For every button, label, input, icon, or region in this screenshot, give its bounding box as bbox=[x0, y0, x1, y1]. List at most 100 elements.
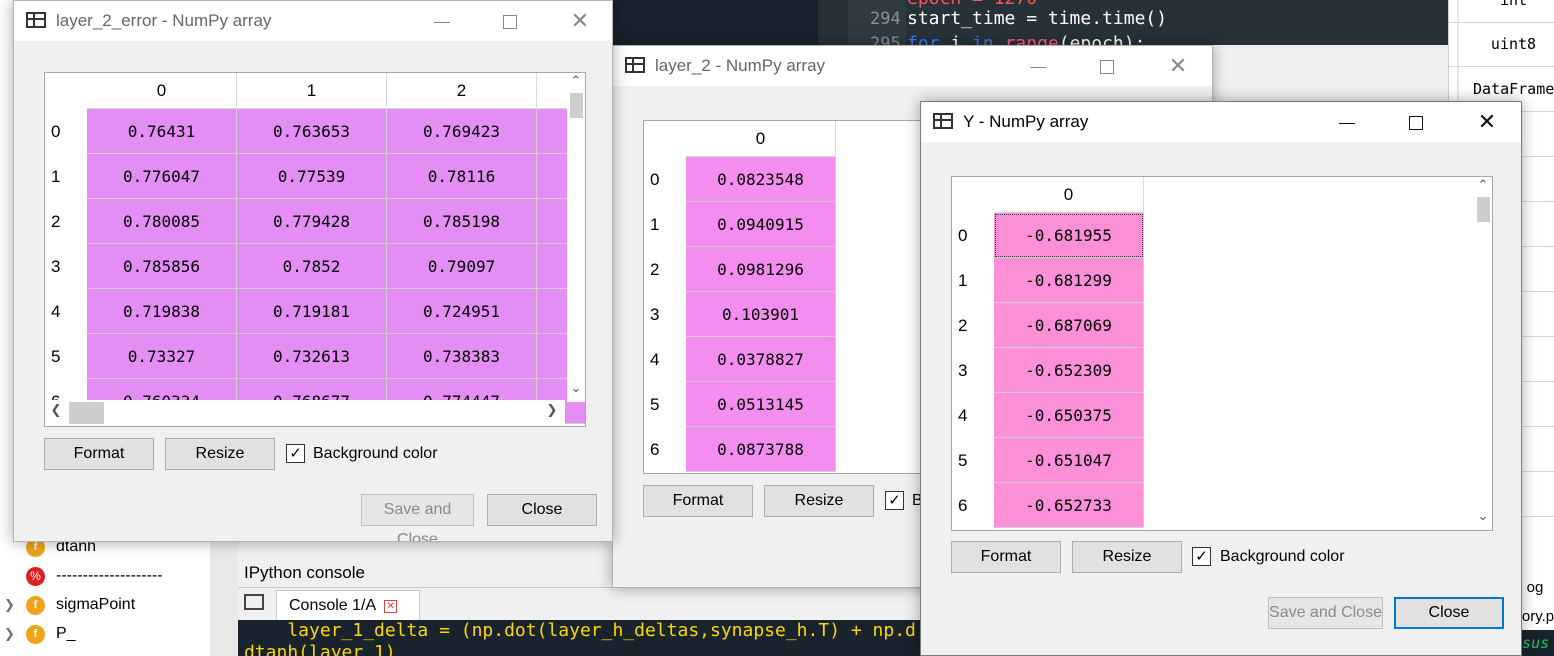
console-tab[interactable]: Console 1/A ✕ bbox=[276, 590, 420, 620]
column-header[interactable]: 1 bbox=[237, 73, 387, 109]
array-cell[interactable]: 0.0981296 bbox=[686, 247, 836, 292]
array-cell[interactable]: 0.732613 bbox=[237, 334, 387, 379]
background-color-checkbox[interactable]: ✓ bbox=[1192, 547, 1211, 566]
close-dialog-button[interactable]: Close bbox=[1394, 597, 1504, 629]
chevron-left-icon[interactable]: ❮ bbox=[47, 402, 65, 418]
row-header[interactable]: 0 bbox=[644, 157, 686, 202]
chevron-right-icon[interactable]: ❯ bbox=[543, 402, 561, 418]
resize-button[interactable]: Resize bbox=[764, 485, 874, 517]
array-cell[interactable]: 0.0940915 bbox=[686, 202, 836, 247]
row-header[interactable]: 6 bbox=[644, 427, 686, 472]
array-cell[interactable]: -0.650375 bbox=[994, 393, 1144, 438]
array-cell[interactable]: -0.681955 bbox=[994, 213, 1144, 258]
outline-item-p[interactable]: ❯ f P_ bbox=[0, 620, 210, 648]
array-cell[interactable]: 0.779428 bbox=[237, 199, 387, 244]
array-cell[interactable]: 0.724951 bbox=[387, 289, 537, 334]
row-header[interactable]: 5 bbox=[45, 334, 87, 379]
row-header[interactable]: 2 bbox=[644, 247, 686, 292]
array-cell[interactable]: 0.103901 bbox=[686, 292, 836, 337]
array-cell[interactable]: 0.780085 bbox=[87, 199, 237, 244]
chevron-down-icon[interactable]: ⌄ bbox=[567, 380, 585, 396]
title-bar[interactable]: Y - NumPy array ✕ bbox=[921, 102, 1521, 142]
maximize-button[interactable] bbox=[487, 1, 533, 41]
scrollbar-thumb[interactable] bbox=[69, 402, 104, 424]
array-cell[interactable]: 0.76431 bbox=[87, 109, 237, 154]
array-cell[interactable]: 0.0378827 bbox=[686, 337, 836, 382]
row-header[interactable]: 3 bbox=[952, 348, 994, 393]
array-cell[interactable]: 0.738383 bbox=[387, 334, 537, 379]
close-button[interactable]: ✕ bbox=[557, 1, 603, 41]
close-tab-icon[interactable]: ✕ bbox=[384, 600, 398, 613]
array-cell[interactable]: 0.0873788 bbox=[686, 427, 836, 472]
code-editor[interactable]: epoch = 1270 294 start_time = time.time(… bbox=[818, 0, 1448, 45]
row-header[interactable]: 4 bbox=[644, 337, 686, 382]
outline-item-separator[interactable]: % -------------------- bbox=[0, 562, 210, 590]
resize-button[interactable]: Resize bbox=[1072, 541, 1182, 573]
title-bar[interactable]: layer_2_error - NumPy array ✕ bbox=[14, 1, 612, 41]
save-and-close-button[interactable]: Save and Close bbox=[361, 494, 474, 541]
row-header[interactable]: 2 bbox=[952, 303, 994, 348]
array-cell[interactable]: -0.652733 bbox=[994, 483, 1144, 528]
array-cell[interactable]: -0.681299 bbox=[994, 258, 1144, 303]
array-table[interactable]: 0 0 0.0823548 1 0.0940915 2 0.0981296 3 0.103901… bbox=[643, 120, 943, 474]
horizontal-scrollbar[interactable]: ❮ ❯ bbox=[45, 400, 565, 426]
row-header[interactable]: 5 bbox=[644, 382, 686, 427]
outline-item-sigmapoint[interactable]: ❯ f sigmaPoint bbox=[0, 591, 210, 619]
scrollbar-thumb[interactable] bbox=[570, 93, 583, 118]
format-button[interactable]: Format bbox=[643, 485, 753, 517]
row-header[interactable]: 6 bbox=[952, 483, 994, 528]
array-cell[interactable]: 0.785856 bbox=[87, 244, 237, 289]
array-cell[interactable]: 0.7852 bbox=[237, 244, 387, 289]
chevron-down-icon[interactable]: ⌄ bbox=[1474, 508, 1492, 524]
array-cell[interactable]: -0.651047 bbox=[994, 438, 1144, 483]
resize-button[interactable]: Resize bbox=[165, 438, 275, 470]
title-bar[interactable]: layer_2 - NumPy array ✕ bbox=[613, 46, 1212, 86]
column-header[interactable]: 0 bbox=[87, 73, 237, 109]
minimize-button[interactable] bbox=[1015, 46, 1061, 86]
array-cell[interactable]: 0.785198 bbox=[387, 199, 537, 244]
row-header[interactable]: 0 bbox=[45, 109, 87, 154]
var-type-cell[interactable]: int bbox=[1449, 0, 1554, 23]
column-header[interactable]: 2 bbox=[387, 73, 537, 109]
row-header[interactable]: 2 bbox=[45, 199, 87, 244]
array-cell[interactable]: -0.652309 bbox=[994, 348, 1144, 393]
array-cell[interactable]: 0.763653 bbox=[237, 109, 387, 154]
vertical-scrollbar[interactable]: ⌃ ⌄ bbox=[567, 73, 585, 402]
chevron-up-icon[interactable]: ⌃ bbox=[567, 73, 585, 89]
row-header[interactable]: 1 bbox=[644, 202, 686, 247]
column-header[interactable]: 0 bbox=[686, 121, 836, 157]
row-header[interactable]: 3 bbox=[45, 244, 87, 289]
array-cell[interactable]: 0.0513145 bbox=[686, 382, 836, 427]
minimize-button[interactable] bbox=[1324, 102, 1370, 142]
array-cell[interactable]: 0.0823548 bbox=[686, 157, 836, 202]
console-output[interactable]: layer_1_delta = (np.dot(layer_h_deltas,s… bbox=[238, 620, 938, 656]
background-color-checkbox[interactable]: ✓ bbox=[885, 491, 904, 510]
folder-icon[interactable] bbox=[244, 594, 264, 610]
row-header[interactable]: 0 bbox=[952, 213, 994, 258]
minimize-button[interactable] bbox=[419, 1, 465, 41]
row-header[interactable]: 1 bbox=[952, 258, 994, 303]
close-button[interactable]: ✕ bbox=[1464, 102, 1510, 142]
chevron-right-icon[interactable]: ❯ bbox=[4, 591, 15, 619]
array-cell[interactable]: 0.79097 bbox=[387, 244, 537, 289]
format-button[interactable]: Format bbox=[44, 438, 154, 470]
row-header[interactable]: 4 bbox=[952, 393, 994, 438]
background-color-checkbox[interactable]: ✓ bbox=[286, 444, 305, 463]
maximize-button[interactable] bbox=[1084, 46, 1130, 86]
var-type-cell[interactable]: uint8 bbox=[1449, 22, 1554, 67]
array-table[interactable]: 0 1 2 0 0.76431 0.763653 0.769423 1 0.776047 0.77… bbox=[44, 72, 586, 427]
row-header[interactable]: 4 bbox=[45, 289, 87, 334]
maximize-button[interactable] bbox=[1393, 102, 1439, 142]
array-table[interactable]: 0 0 -0.681955 1 -0.681299 2 -0.687069 3 -0.65230… bbox=[951, 176, 1493, 531]
close-button[interactable]: ✕ bbox=[1155, 46, 1201, 86]
chevron-right-icon[interactable]: ❯ bbox=[4, 620, 15, 648]
close-dialog-button[interactable]: Close bbox=[487, 494, 597, 526]
array-cell[interactable]: 0.769423 bbox=[387, 109, 537, 154]
array-cell[interactable]: 0.719181 bbox=[237, 289, 387, 334]
row-header[interactable]: 3 bbox=[644, 292, 686, 337]
array-cell[interactable]: 0.73327 bbox=[87, 334, 237, 379]
vertical-scrollbar[interactable]: ⌃ ⌄ bbox=[1474, 177, 1492, 530]
column-header[interactable]: 0 bbox=[994, 177, 1144, 213]
array-cell[interactable]: 0.77539 bbox=[237, 154, 387, 199]
array-cell[interactable]: 0.776047 bbox=[87, 154, 237, 199]
